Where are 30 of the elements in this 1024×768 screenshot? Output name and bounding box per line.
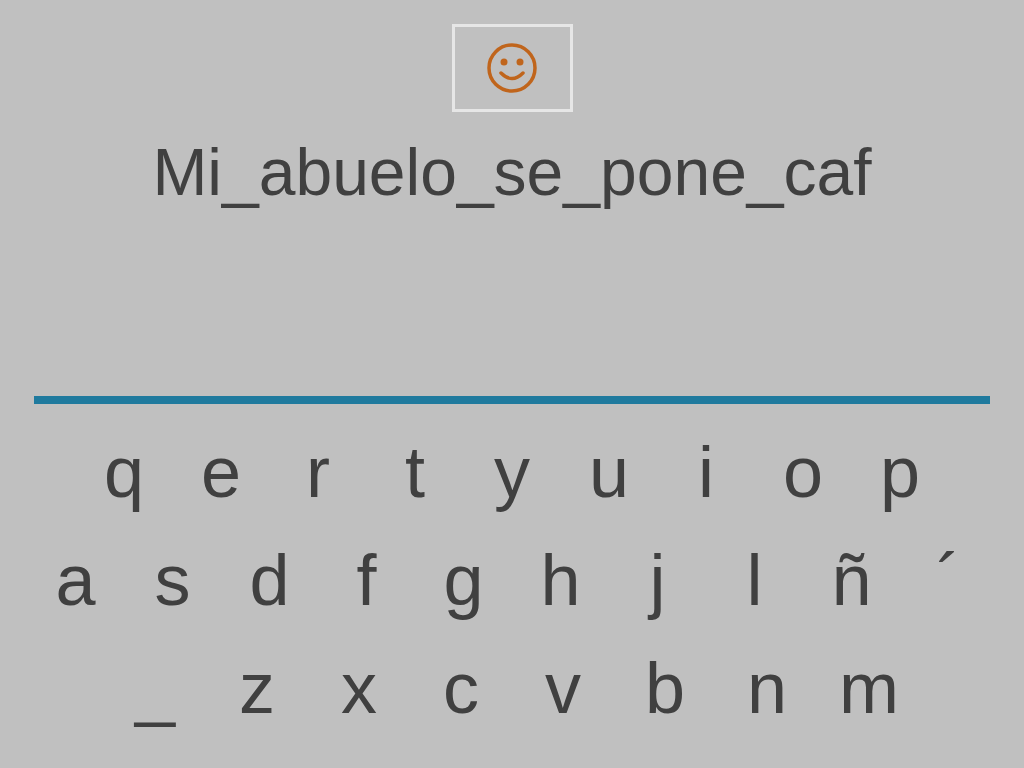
letter-key[interactable]: l [706,536,803,624]
letter-key[interactable]: y [463,428,561,516]
letter-key[interactable]: z [206,644,308,732]
letter-key[interactable]: g [415,536,512,624]
letter-key[interactable]: m [818,644,920,732]
letter-key[interactable]: ñ [803,536,900,624]
smiley-icon [486,42,538,94]
letter-key[interactable]: e [172,428,270,516]
letter-key[interactable]: v [512,644,614,732]
letter-key[interactable]: b [614,644,716,732]
answer-text: Mi_abuelo_se_pone_caf [152,134,872,210]
letter-key[interactable]: n [716,644,818,732]
letter-key[interactable]: u [560,428,658,516]
letter-key[interactable]: a [27,536,124,624]
letter-key[interactable]: j [609,536,706,624]
letter-key[interactable]: i [657,428,755,516]
letter-key[interactable]: c [410,644,512,732]
letter-key[interactable]: ´ [900,536,997,624]
letter-key[interactable]: d [221,536,318,624]
letter-key[interactable]: s [124,536,221,624]
letter-key[interactable]: o [754,428,852,516]
letter-key[interactable]: r [269,428,367,516]
letter-key[interactable]: q [75,428,173,516]
letter-key[interactable]: p [851,428,949,516]
hint-button[interactable] [451,24,573,112]
letter-key[interactable]: _ [104,644,206,732]
letter-key[interactable]: h [512,536,609,624]
letter-key[interactable]: t [366,428,464,516]
letter-key[interactable]: x [308,644,410,732]
letter-key[interactable]: f [318,536,415,624]
